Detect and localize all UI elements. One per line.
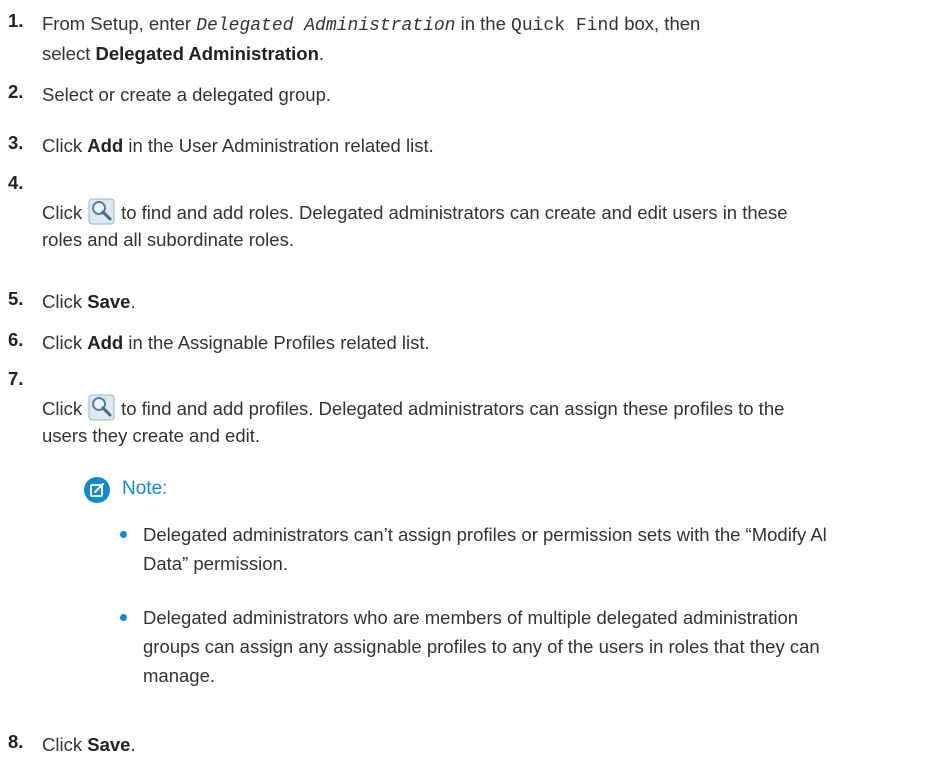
- note-label: Note:: [122, 478, 168, 499]
- step-text: From Setup, enter Delegated Administrati…: [42, 13, 701, 64]
- code-text: Quick Find: [511, 16, 620, 36]
- step-number: 4.: [8, 172, 24, 193]
- bullet-dot: [120, 614, 127, 621]
- step-number: 3.: [8, 132, 24, 153]
- step-number: 8.: [8, 731, 24, 752]
- step-number: 6.: [8, 329, 24, 350]
- ui-label: Add: [87, 135, 124, 156]
- step-text: Select or create a delegated group.: [42, 84, 331, 105]
- ui-label: Delegated Administration: [95, 43, 319, 64]
- step-text: Click to find and add profiles. Delegate…: [42, 394, 941, 449]
- code-text: Delegated Administration: [196, 16, 456, 36]
- step-number: 5.: [8, 288, 24, 309]
- bullet-dot: [120, 531, 127, 538]
- bullet-text: Delegated administrators who are members…: [143, 607, 820, 686]
- lookup-magnifier-icon[interactable]: [88, 198, 115, 225]
- bullet-text: Delegated administrators can’t assign pr…: [143, 524, 827, 574]
- step-text: Click Add in the User Administration rel…: [42, 135, 434, 156]
- step-text: Click Save.: [42, 291, 136, 312]
- step-number: 7.: [8, 368, 24, 389]
- step-number: 2.: [8, 81, 24, 102]
- step-text: Click Save.: [42, 734, 136, 755]
- step-text: Click to find and add roles. Delegated a…: [42, 198, 941, 253]
- ui-label: Save: [87, 291, 131, 312]
- lookup-magnifier-icon[interactable]: [88, 394, 115, 421]
- edit-note-icon: [84, 477, 110, 503]
- ui-label: Add: [87, 332, 124, 353]
- ui-label: Save: [87, 734, 131, 755]
- step-number: 1.: [8, 10, 24, 31]
- step-text: Click Add in the Assignable Profiles rel…: [42, 332, 430, 353]
